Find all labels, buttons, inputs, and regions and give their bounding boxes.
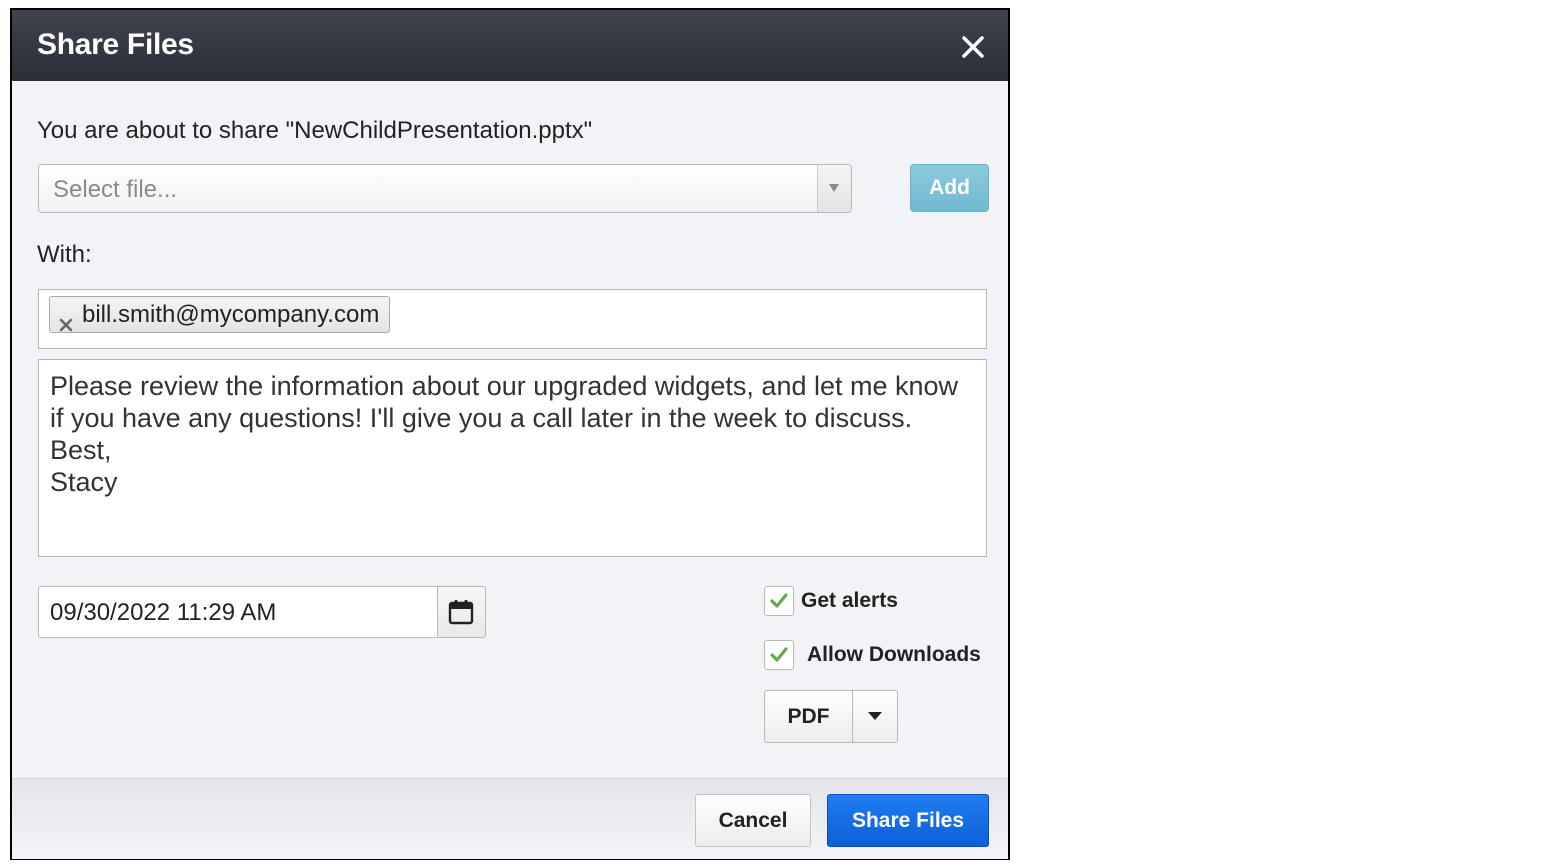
with-label: With:	[37, 241, 92, 268]
caret-down-icon	[868, 712, 882, 720]
remove-recipient-button[interactable]	[59, 307, 73, 332]
checkmark-icon	[770, 647, 788, 662]
expiration-date-input[interactable]: 09/30/2022 11:29 AM	[38, 586, 438, 638]
dialog-footer: Cancel Share Files	[12, 778, 1008, 859]
share-files-dialog: Share Files You are about to share "NewC…	[10, 8, 1010, 860]
dialog-body: You are about to share "NewChildPresenta…	[12, 81, 1008, 778]
format-button[interactable]: PDF	[765, 691, 853, 742]
recipients-input[interactable]: bill.smith@mycompany.com	[38, 289, 987, 349]
add-button[interactable]: Add	[910, 164, 989, 212]
chevron-down-icon	[829, 184, 839, 192]
close-icon	[962, 36, 984, 58]
get-alerts-label: Get alerts	[801, 589, 898, 612]
file-select-toggle[interactable]	[817, 165, 851, 212]
expiration-date-value: 09/30/2022 11:29 AM	[50, 599, 277, 626]
dialog-titlebar: Share Files	[12, 10, 1008, 81]
calendar-button[interactable]	[438, 586, 486, 638]
message-textarea[interactable]: Please review the information about our …	[38, 359, 987, 557]
file-select-placeholder: Select file...	[53, 176, 178, 203]
checkmark-icon	[770, 593, 788, 608]
calendar-icon	[448, 600, 474, 625]
get-alerts-checkbox[interactable]	[764, 586, 794, 616]
share-files-button[interactable]: Share Files	[827, 794, 989, 847]
format-dropdown-toggle[interactable]	[853, 691, 897, 742]
recipient-email: bill.smith@mycompany.com	[82, 301, 380, 328]
share-intro-text: You are about to share "NewChildPresenta…	[37, 117, 593, 144]
cancel-button[interactable]: Cancel	[695, 794, 811, 847]
close-button[interactable]	[958, 32, 988, 62]
dialog-title: Share Files	[37, 28, 194, 61]
format-split-button: PDF	[764, 690, 898, 743]
close-icon	[59, 318, 73, 332]
allow-downloads-label: Allow Downloads	[807, 643, 981, 666]
allow-downloads-checkbox[interactable]	[764, 640, 794, 670]
file-select[interactable]: Select file...	[38, 164, 852, 213]
recipient-chip: bill.smith@mycompany.com	[49, 296, 391, 333]
